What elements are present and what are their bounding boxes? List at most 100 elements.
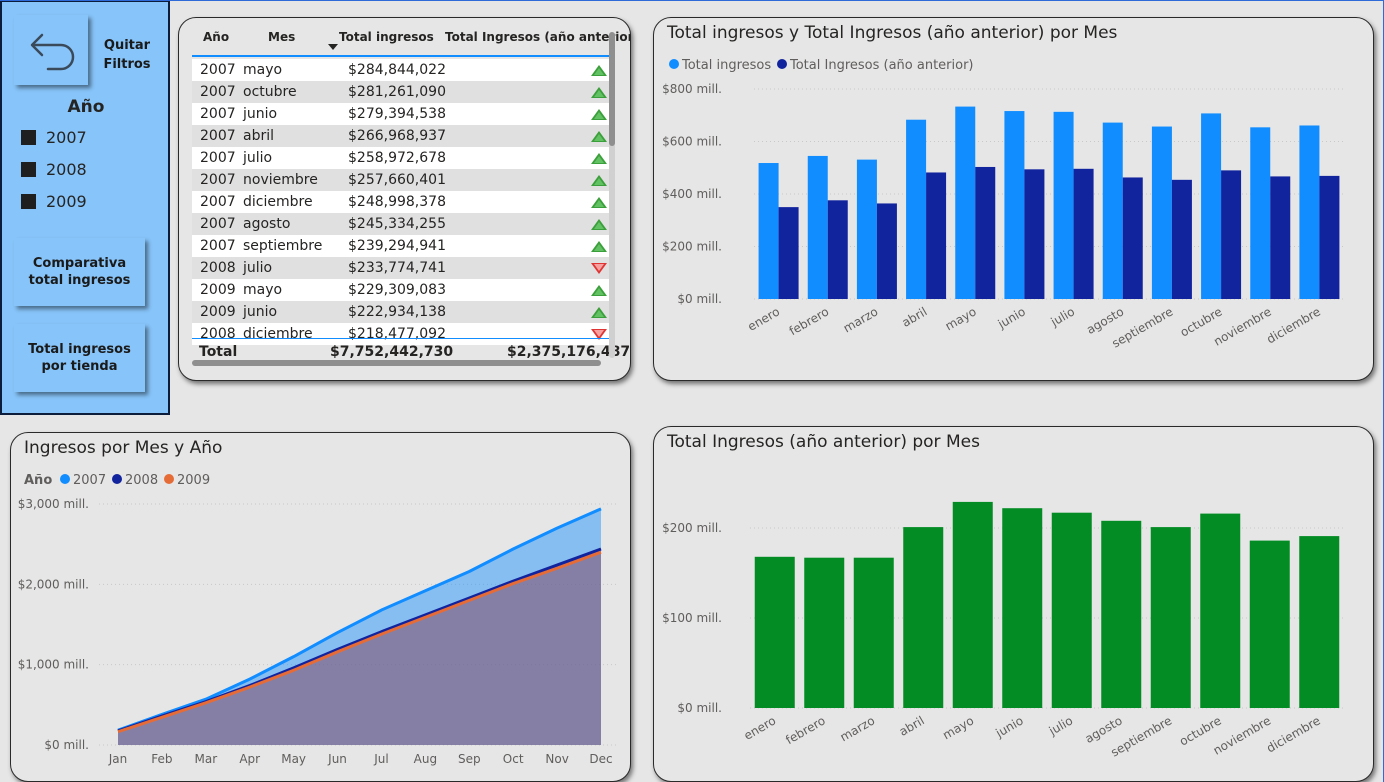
column-header-mes[interactable]: Mes (268, 30, 295, 44)
table-row[interactable]: 2007 julio $258,972,678 (192, 147, 609, 169)
x-tick-label: marzo (841, 304, 881, 335)
table-row[interactable]: 2007 abril $266,968,937 (192, 125, 609, 147)
x-tick-label: Jul (373, 752, 388, 766)
bar (926, 172, 947, 299)
clear-filters-label[interactable]: Quitar Filtros (94, 36, 160, 74)
x-tick-label: diciembre (1264, 713, 1323, 755)
column-header-total-ingresos[interactable]: Total ingresos (339, 30, 434, 44)
table-row[interactable]: 2007 noviembre $257,660,401 (192, 169, 609, 191)
legend-marker (60, 474, 70, 484)
bar (827, 200, 848, 299)
x-tick-label: marzo (838, 713, 878, 744)
bar (1122, 177, 1143, 299)
total-label: Total (199, 344, 238, 360)
y-tick-label: $0 mill. (677, 292, 722, 306)
trend-up-icon (591, 285, 607, 296)
trend-up-icon (591, 241, 607, 252)
checkbox-icon[interactable] (21, 193, 36, 209)
legend-marker (669, 59, 679, 69)
bar (955, 106, 976, 300)
scrollbar-thumb[interactable] (609, 32, 615, 146)
area-chart[interactable]: $0 mill. $1,000 mill. $2,000 mill. $3,000 m… (11, 433, 631, 782)
table-row[interactable]: 2009 junio $222,934,138 (192, 301, 609, 323)
legend-label: 2007 (73, 473, 106, 488)
x-tick-label: Feb (151, 752, 172, 766)
ingresos-por-tienda-button[interactable]: Total ingresos por tienda (14, 324, 145, 392)
cell-anio: 2009 (200, 304, 236, 320)
slicer-item-2007[interactable]: 2007 (21, 126, 87, 148)
comparativa-button[interactable]: Comparativa total ingresos (14, 238, 145, 306)
trend-up-icon (591, 219, 607, 230)
trend-up-icon (591, 65, 607, 76)
slicer-item-label: 2007 (46, 127, 87, 147)
y-tick-label: $400 mill. (662, 187, 722, 201)
x-tick-label: Mar (194, 752, 217, 766)
bar (778, 207, 799, 299)
checkbox-icon[interactable] (21, 129, 36, 145)
cell-mes: diciembre (243, 326, 313, 342)
bar (1151, 126, 1172, 299)
cell-anio: 2007 (200, 84, 236, 100)
column-header-total-anterior[interactable]: Total Ingresos (año anterior) (445, 30, 630, 44)
x-tick-label: julio (1048, 304, 1077, 329)
legend-label: Total ingresos (681, 58, 771, 73)
cell-mes: mayo (243, 62, 283, 78)
y-tick-label: $100 mill. (662, 611, 722, 625)
legend-marker (777, 59, 787, 69)
legend-label: Total Ingresos (año anterior) (789, 58, 974, 73)
y-tick-label: $800 mill. (662, 82, 722, 96)
cell-mes: mayo (243, 282, 283, 298)
y-tick-label: $0 mill. (677, 701, 722, 715)
cell-total-ingresos: $245,334,255 (348, 216, 446, 232)
slicer-item-2009[interactable]: 2009 (21, 190, 87, 212)
table-row[interactable]: 2007 octubre $281,261,090 (192, 81, 609, 103)
x-tick-label: febrero (787, 304, 831, 338)
cell-mes: junio (243, 304, 278, 320)
slicer-item-label: 2008 (46, 159, 87, 179)
legend-label: 2008 (125, 473, 158, 488)
vertical-scrollbar[interactable] (609, 32, 615, 358)
x-tick-label: abril (900, 304, 930, 329)
x-tick-label: Nov (545, 752, 568, 766)
bar (1249, 540, 1290, 708)
trend-up-icon (591, 197, 607, 208)
cell-mes: septiembre (243, 238, 323, 254)
cell-anio: 2007 (200, 172, 236, 188)
table-row[interactable]: 2007 septiembre $239,294,941 (192, 235, 609, 257)
bar (1250, 127, 1271, 299)
bar (903, 527, 944, 708)
y-tick-label: $1,000 mill. (18, 658, 89, 672)
bar (1171, 179, 1192, 299)
cell-total-ingresos: $229,309,083 (348, 282, 446, 298)
cell-mes: noviembre (243, 172, 318, 188)
clear-filters-button[interactable] (14, 15, 88, 85)
trend-up-icon (591, 175, 607, 186)
legend-label: 2009 (177, 473, 210, 488)
cell-total-ingresos: $284,844,022 (348, 62, 446, 78)
cell-anio: 2007 (200, 106, 236, 122)
table-row[interactable]: 2007 agosto $245,334,255 (192, 213, 609, 235)
bar (1051, 512, 1092, 708)
bar-chart[interactable]: $0 mill. $100 mill. $200 mill. enero febrero… (654, 427, 1374, 782)
table-row[interactable]: 2007 junio $279,394,538 (192, 103, 609, 125)
horizontal-scrollbar[interactable] (192, 360, 601, 366)
column-header-anio[interactable]: Año (203, 30, 229, 44)
cell-total-ingresos: $266,968,937 (348, 128, 446, 144)
table-row[interactable]: 2008 julio $233,774,741 (192, 257, 609, 279)
table-row[interactable]: 2007 mayo $284,844,022 (192, 59, 609, 81)
y-tick-label: $200 mill. (662, 240, 722, 254)
bar (1299, 125, 1320, 299)
table-row[interactable]: 2007 diciembre $248,998,378 (192, 191, 609, 213)
checkbox-icon[interactable] (21, 161, 36, 177)
trend-up-icon (591, 307, 607, 318)
x-tick-label: Oct (503, 752, 524, 766)
x-tick-label: junio (995, 304, 1028, 331)
table-row[interactable]: 2009 mayo $229,309,083 (192, 279, 609, 301)
sort-desc-icon (328, 44, 338, 50)
y-tick-label: $0 mill. (44, 738, 89, 752)
bar (1200, 513, 1241, 708)
bar (807, 155, 828, 299)
bar (1053, 111, 1074, 300)
bar-chart[interactable]: $0 mill. $200 mill. $400 mill. $600 mill. $8… (654, 18, 1374, 381)
slicer-item-2008[interactable]: 2008 (21, 158, 87, 180)
